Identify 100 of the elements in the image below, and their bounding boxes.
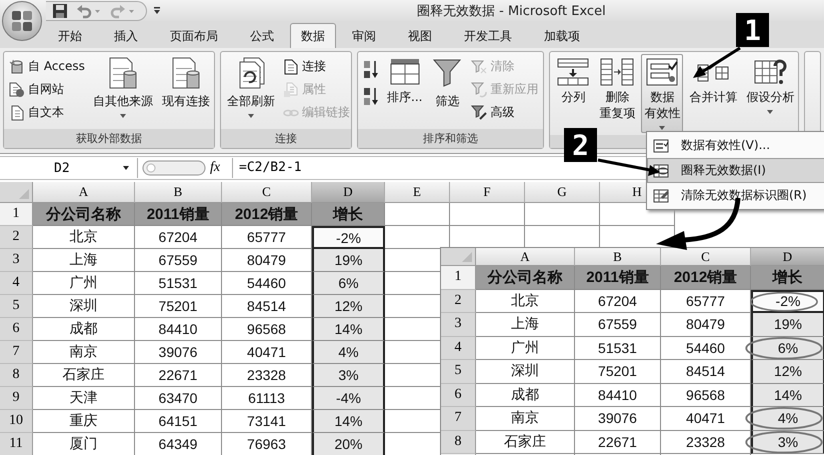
column-header[interactable]: B bbox=[135, 182, 222, 203]
table-cell: 上海 bbox=[33, 249, 135, 272]
table-cell: 75201 bbox=[135, 295, 222, 318]
squares-icon bbox=[10, 9, 34, 33]
column-header[interactable]: G bbox=[525, 182, 600, 203]
column-header[interactable]: C bbox=[661, 248, 751, 266]
table-cell: 39076 bbox=[575, 407, 661, 430]
insert-function-button[interactable]: fx bbox=[210, 160, 228, 176]
row-header[interactable]: 1 bbox=[441, 266, 476, 290]
splitter-handle[interactable] bbox=[142, 159, 206, 177]
column-header[interactable]: A bbox=[33, 182, 135, 203]
row-header[interactable]: 5 bbox=[0, 295, 33, 318]
customize-icon[interactable] bbox=[153, 6, 161, 16]
globe-icon bbox=[9, 82, 25, 98]
table-cell: 75201 bbox=[575, 360, 661, 384]
ribbon-tab[interactable]: 数据 bbox=[290, 23, 336, 48]
table-cell: 12% bbox=[751, 360, 824, 384]
row-header[interactable]: 4 bbox=[441, 336, 476, 360]
table-cell: 石家庄 bbox=[33, 364, 135, 387]
table-cell: 12% bbox=[312, 295, 385, 318]
ribbon-button[interactable]: 假设分析 bbox=[743, 54, 798, 117]
row-header[interactable]: 8 bbox=[0, 364, 33, 387]
ribbon-tab[interactable]: 加载项 bbox=[528, 23, 596, 48]
table-cell: 6% bbox=[312, 272, 385, 295]
row-header[interactable]: 7 bbox=[0, 341, 33, 364]
ribbon-tab[interactable]: 视图 bbox=[392, 23, 448, 48]
ribbon-button[interactable]: 数据 有效性 bbox=[641, 54, 684, 133]
document-database-icon bbox=[106, 57, 139, 91]
row-header[interactable]: 6 bbox=[441, 384, 476, 407]
ribbon-button[interactable]: 自网站 bbox=[7, 79, 87, 100]
row-header[interactable]: 2 bbox=[0, 226, 33, 249]
ribbon-tab[interactable]: 审阅 bbox=[336, 23, 392, 48]
column-header[interactable]: D bbox=[312, 182, 385, 203]
table-cell: 23328 bbox=[222, 364, 312, 387]
column-header[interactable]: B bbox=[575, 248, 661, 266]
table-cell: 40471 bbox=[222, 341, 312, 364]
save-icon[interactable] bbox=[52, 3, 68, 19]
step-marker: 1 bbox=[736, 13, 769, 47]
undo-icon[interactable] bbox=[76, 3, 102, 19]
ribbon-button[interactable]: 删除 重复项 bbox=[596, 54, 638, 124]
table-cell: 84410 bbox=[135, 318, 222, 341]
name-box[interactable]: D2 bbox=[0, 158, 138, 178]
row-header[interactable]: 9 bbox=[0, 387, 33, 410]
column-header[interactable]: F bbox=[450, 182, 525, 203]
ribbon-button[interactable]: 高级 bbox=[469, 102, 540, 123]
header-cell: 分公司名称 bbox=[33, 203, 135, 226]
row-header[interactable]: 2 bbox=[441, 290, 476, 313]
column-header[interactable]: D bbox=[751, 248, 824, 266]
row-header[interactable]: 3 bbox=[441, 313, 476, 336]
table-cell: 成都 bbox=[33, 318, 135, 341]
table-cell: 67559 bbox=[135, 249, 222, 272]
menu-item[interactable]: 数据有效性(V)... bbox=[647, 133, 824, 158]
window-title: 圈释无效数据 - Microsoft Excel bbox=[417, 3, 606, 20]
row-header[interactable]: 6 bbox=[0, 318, 33, 341]
caret-icon bbox=[767, 110, 774, 114]
header-cell: 2011销量 bbox=[135, 203, 222, 226]
ribbon-button[interactable]: 自 Access bbox=[7, 56, 87, 77]
triangle-icon bbox=[461, 251, 473, 263]
ribbon-button[interactable]: 自其他来源 bbox=[90, 54, 156, 121]
row-header[interactable]: 11 bbox=[0, 433, 33, 455]
ribbon-button[interactable]: 现有连接 bbox=[158, 54, 213, 112]
connection-icon bbox=[283, 58, 299, 74]
column-header[interactable]: E bbox=[385, 182, 450, 203]
row-header[interactable]: 5 bbox=[441, 360, 476, 384]
table-cell: 96568 bbox=[222, 318, 312, 341]
table-cell: 84514 bbox=[222, 295, 312, 318]
ribbon-tab[interactable]: 开始 bbox=[42, 23, 98, 48]
ribbon-tab[interactable]: 公式 bbox=[234, 23, 290, 48]
table-cell: 22671 bbox=[575, 430, 661, 454]
sort-descending-icon bbox=[363, 86, 379, 108]
table-cell: 重庆 bbox=[33, 410, 135, 433]
ribbon-tab[interactable]: 页面布局 bbox=[154, 23, 234, 48]
sort-button[interactable] bbox=[361, 86, 381, 107]
column-header[interactable]: A bbox=[476, 248, 575, 266]
ribbon-button[interactable]: 连接 bbox=[281, 56, 352, 77]
ribbon-button[interactable]: 全部刷新 bbox=[224, 54, 278, 121]
ribbon-button[interactable]: 排序... bbox=[384, 54, 426, 108]
ribbon-button[interactable]: 筛选 bbox=[428, 54, 466, 112]
table-cell: 14% bbox=[751, 384, 824, 407]
row-header[interactable]: 4 bbox=[0, 272, 33, 295]
ribbon-button[interactable]: 分列 bbox=[553, 54, 594, 108]
row-header[interactable]: 3 bbox=[0, 249, 33, 272]
row-header[interactable]: 8 bbox=[441, 430, 476, 454]
caret-icon bbox=[120, 114, 126, 118]
table-cell: 40471 bbox=[661, 407, 751, 430]
column-header[interactable]: C bbox=[222, 182, 312, 203]
menu-item[interactable]: 圈释无效数据(I) bbox=[647, 158, 824, 183]
row-header[interactable]: 7 bbox=[441, 407, 476, 430]
circle-data-icon bbox=[653, 162, 669, 178]
table-question-icon bbox=[753, 57, 788, 87]
ribbon-tab[interactable]: 插入 bbox=[98, 23, 154, 48]
table-cell: 4% bbox=[312, 341, 385, 364]
ribbon-button[interactable]: 自文本 bbox=[7, 102, 87, 123]
table-cell: 北京 bbox=[33, 226, 135, 249]
table-cell: 67204 bbox=[575, 290, 661, 313]
ribbon-tab[interactable]: 开发工具 bbox=[448, 23, 528, 48]
cell-reference: D2 bbox=[54, 160, 70, 176]
row-header[interactable]: 1 bbox=[0, 203, 33, 226]
table-cell: 上海 bbox=[476, 313, 575, 336]
row-header[interactable]: 10 bbox=[0, 410, 33, 433]
